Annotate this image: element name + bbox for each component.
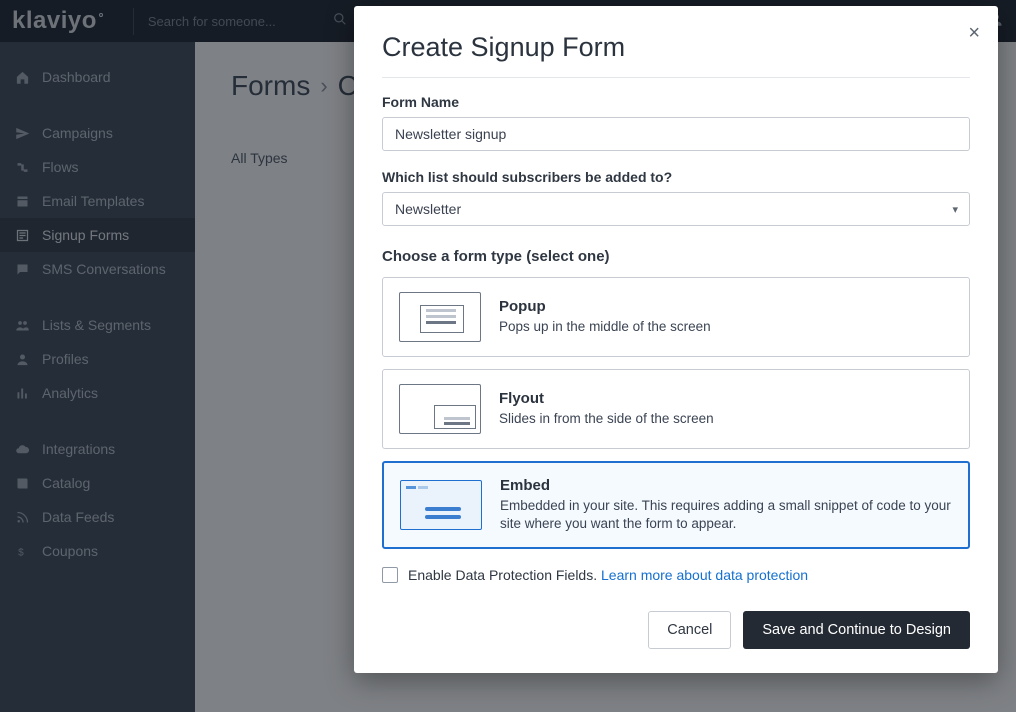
form-name-label: Form Name <box>382 94 970 110</box>
form-type-title: Flyout <box>499 390 714 407</box>
modal-title: Create Signup Form <box>382 32 970 63</box>
list-label: Which list should subscribers be added t… <box>382 169 970 185</box>
divider <box>382 77 970 78</box>
data-protection-link[interactable]: Learn more about data protection <box>601 567 808 583</box>
embed-thumbnail-icon <box>400 480 482 530</box>
form-type-embed[interactable]: Embed Embedded in your site. This requir… <box>382 461 970 549</box>
form-type-desc: Slides in from the side of the screen <box>499 410 714 428</box>
form-type-popup[interactable]: Popup Pops up in the middle of the scree… <box>382 277 970 357</box>
flyout-thumbnail-icon <box>399 384 481 434</box>
list-select[interactable]: Newsletter <box>382 192 970 226</box>
form-name-input[interactable] <box>382 117 970 151</box>
data-protection-checkbox[interactable] <box>382 567 398 583</box>
form-type-header: Choose a form type (select one) <box>382 248 970 265</box>
checkbox-label: Enable Data Protection Fields. Learn mor… <box>408 567 808 583</box>
modal-footer: Cancel Save and Continue to Design <box>382 611 970 649</box>
close-icon: × <box>968 22 980 44</box>
popup-thumbnail-icon <box>399 292 481 342</box>
close-button[interactable]: × <box>968 22 980 45</box>
form-type-desc: Embedded in your site. This requires add… <box>500 497 952 533</box>
data-protection-row: Enable Data Protection Fields. Learn mor… <box>382 567 970 583</box>
cancel-button[interactable]: Cancel <box>648 611 731 649</box>
create-signup-form-modal: × Create Signup Form Form Name Which lis… <box>354 6 998 673</box>
form-type-desc: Pops up in the middle of the screen <box>499 318 711 336</box>
form-type-flyout[interactable]: Flyout Slides in from the side of the sc… <box>382 369 970 449</box>
form-type-title: Popup <box>499 298 711 315</box>
save-continue-button[interactable]: Save and Continue to Design <box>743 611 970 649</box>
form-type-title: Embed <box>500 477 952 494</box>
